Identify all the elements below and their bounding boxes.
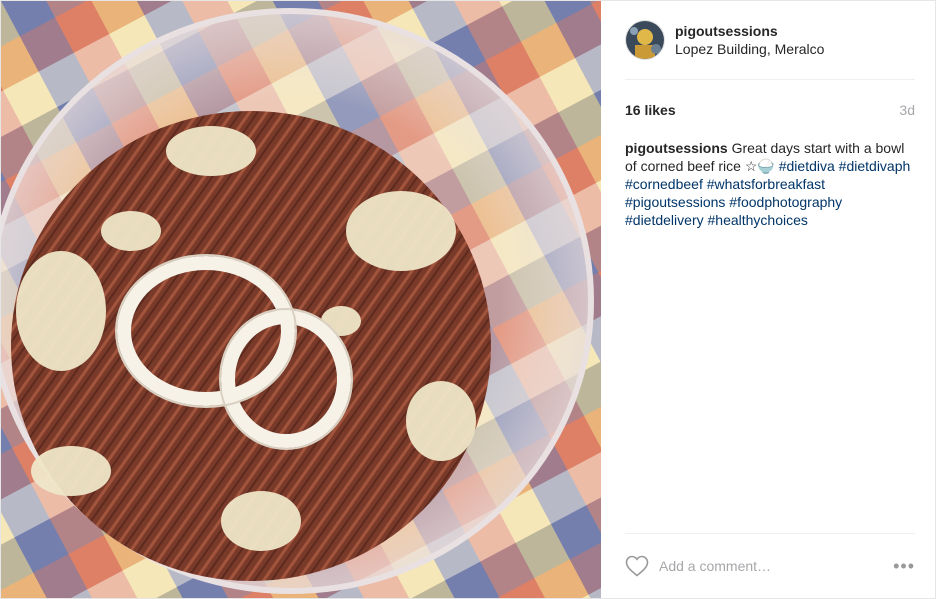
food-photo-illustration	[1, 1, 601, 598]
hashtag-link[interactable]: #whatsforbreakfast	[707, 176, 825, 192]
hashtag-link[interactable]: #foodphotography	[729, 194, 842, 210]
hashtag-link[interactable]: #healthychoices	[708, 212, 808, 228]
hashtag-link[interactable]: #dietdivaph	[839, 158, 911, 174]
hashtag-link[interactable]: #dietdelivery	[625, 212, 704, 228]
instagram-post: pigoutsessions Lopez Building, Meralco 1…	[0, 0, 936, 599]
location-link[interactable]: Lopez Building, Meralco	[675, 40, 824, 58]
hashtag-link[interactable]: #dietdiva	[779, 158, 835, 174]
caption-username-link[interactable]: pigoutsessions	[625, 140, 728, 156]
post-sidebar: pigoutsessions Lopez Building, Meralco 1…	[601, 1, 936, 598]
comment-bar: •••	[625, 533, 915, 598]
likes-count[interactable]: 16 likes	[625, 102, 676, 118]
post-time[interactable]: 3d	[899, 102, 915, 118]
hashtag-link[interactable]: #cornedbeef	[625, 176, 703, 192]
post-stats: 16 likes 3d	[625, 99, 915, 121]
avatar-image	[626, 21, 664, 59]
more-options-button[interactable]: •••	[893, 557, 915, 575]
heart-icon[interactable]	[625, 555, 649, 577]
post-caption: pigoutsessions Great days start with a b…	[625, 139, 915, 229]
post-header: pigoutsessions Lopez Building, Meralco	[625, 1, 915, 80]
avatar[interactable]	[625, 20, 665, 60]
hashtag-link[interactable]: #pigoutsessions	[625, 194, 725, 210]
username-link[interactable]: pigoutsessions	[675, 22, 824, 40]
comment-input[interactable]	[659, 558, 894, 574]
post-photo[interactable]	[1, 1, 601, 598]
